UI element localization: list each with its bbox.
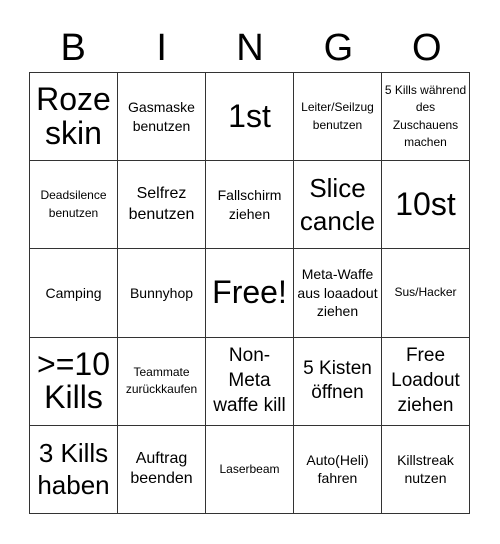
- bingo-cell[interactable]: Deadsilence benutzen: [30, 161, 118, 250]
- bingo-cell[interactable]: Camping: [30, 249, 118, 338]
- bingo-cell[interactable]: 1st: [206, 73, 294, 162]
- bingo-cell[interactable]: 5 Kisten öffnen: [294, 337, 382, 426]
- bingo-cell[interactable]: Slice cancle: [294, 161, 382, 250]
- bingo-cell[interactable]: Teammate zurückkaufen: [118, 337, 206, 426]
- header-letter-o: O: [412, 27, 442, 69]
- bingo-cell-free[interactable]: Free!: [206, 249, 294, 338]
- bingo-cell[interactable]: Auftrag beenden: [118, 425, 206, 514]
- bingo-header: B I N G O: [29, 24, 471, 72]
- bingo-cell[interactable]: Selfrez benutzen: [118, 161, 206, 250]
- bingo-cell[interactable]: Bunnyhop: [118, 249, 206, 338]
- bingo-cell[interactable]: Leiter/Seilzug benutzen: [294, 73, 382, 162]
- header-letter-b: B: [60, 27, 86, 69]
- bingo-cell[interactable]: Non-Meta waffe kill: [206, 337, 294, 426]
- bingo-cell[interactable]: Sus/Hacker: [382, 249, 470, 338]
- bingo-cell[interactable]: Gasmaske benutzen: [118, 73, 206, 162]
- bingo-cell[interactable]: 3 Kills haben: [30, 425, 118, 514]
- bingo-cell[interactable]: Killstreak nutzen: [382, 425, 470, 514]
- header-letter-i: I: [156, 27, 167, 69]
- bingo-cell[interactable]: Fallschirm ziehen: [206, 161, 294, 250]
- bingo-cell[interactable]: Meta-Waffe aus loaadout ziehen: [294, 249, 382, 338]
- bingo-cell[interactable]: Auto(Heli) fahren: [294, 425, 382, 514]
- header-letter-g: G: [323, 27, 354, 69]
- bingo-cell[interactable]: 5 Kills während des Zuschauens machen: [382, 73, 470, 162]
- header-letter-n: N: [236, 27, 264, 69]
- bingo-cell[interactable]: Laserbeam: [206, 425, 294, 514]
- bingo-grid: Roze skin Gasmaske benutzen 1st Leiter/Seil…: [29, 72, 470, 514]
- bingo-cell[interactable]: 10st: [382, 161, 470, 250]
- bingo-cell[interactable]: Roze skin: [30, 73, 118, 162]
- bingo-cell[interactable]: >=10 Kills: [30, 337, 118, 426]
- bingo-cell[interactable]: Free Loadout ziehen: [382, 337, 470, 426]
